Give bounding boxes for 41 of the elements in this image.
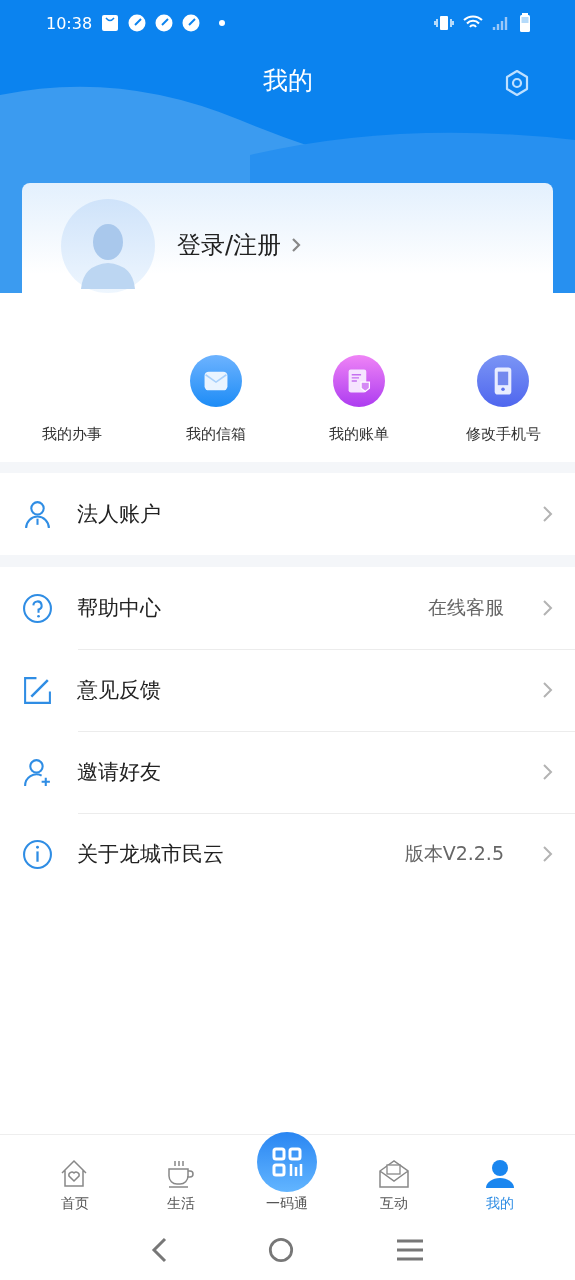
settings-icon	[503, 69, 531, 97]
add-person-icon	[22, 756, 53, 788]
envelope-icon	[377, 1158, 410, 1190]
shortcut-item[interactable]: 我的信箱	[143, 353, 288, 462]
dot-icon	[219, 20, 226, 26]
page-title: 我的	[262, 65, 313, 97]
tab[interactable]: 我的	[446, 1135, 553, 1225]
chevron-icon	[542, 681, 553, 699]
shortcut-item[interactable]: 修改手机号	[431, 353, 575, 462]
gauge-icon	[128, 14, 147, 32]
tab[interactable]: 首页	[22, 1135, 129, 1225]
shortcut-item[interactable]: 我的账单	[287, 353, 432, 462]
status-time: 10:38	[46, 13, 93, 33]
envelope-icon	[189, 355, 242, 407]
edit-icon	[22, 674, 53, 706]
person-icon	[22, 498, 53, 530]
home-button-icon	[268, 1237, 295, 1263]
login-link[interactable]: 登录/注册	[177, 229, 302, 261]
gauge-icon	[155, 14, 174, 32]
chevron-icon	[542, 505, 553, 523]
gauge-icon	[182, 14, 201, 32]
back-icon	[150, 1237, 167, 1263]
tab[interactable]: 互动	[340, 1135, 447, 1225]
chevron-icon	[542, 845, 553, 863]
signal-icon	[492, 15, 510, 31]
tab[interactable]: 生活	[128, 1135, 235, 1225]
document-icon	[333, 355, 386, 407]
vibrate-icon	[434, 15, 454, 31]
info-icon	[22, 838, 53, 870]
avatar-icon	[61, 199, 155, 293]
help-icon	[22, 592, 53, 624]
user-icon	[483, 1158, 516, 1190]
chevron-icon	[291, 237, 302, 253]
phone-icon	[477, 355, 530, 407]
battery-icon	[519, 13, 531, 33]
tab[interactable]: 一码通	[234, 1123, 341, 1225]
shortcut-item[interactable]: 我的办事	[0, 353, 144, 462]
menu-icon	[396, 1238, 425, 1262]
chevron-icon	[542, 599, 553, 617]
chevron-icon	[542, 763, 553, 781]
bag-icon	[101, 14, 120, 32]
